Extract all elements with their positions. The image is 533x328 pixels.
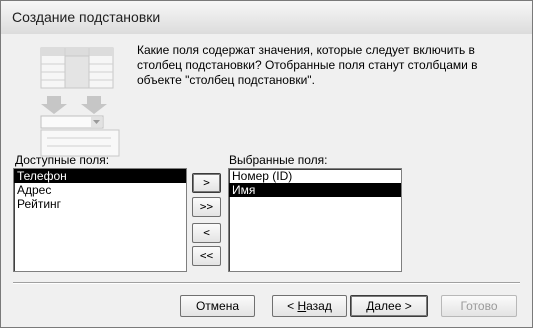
chosen-fields-list[interactable]: Номер (ID) Имя: [228, 168, 402, 272]
cancel-button-label: Отмена: [195, 299, 240, 313]
remove-all-button[interactable]: <<: [192, 246, 221, 266]
wizard-prompt: Какие поля содержат значения, которые сл…: [137, 43, 478, 87]
back-button-prefix: <: [287, 299, 298, 313]
next-button[interactable]: Далее >: [350, 295, 428, 317]
chosen-field-item[interactable]: Номер (ID): [229, 169, 401, 183]
next-button-label: алее >: [374, 299, 412, 313]
chosen-fields-label: Выбранные поля:: [229, 153, 328, 167]
back-button[interactable]: < Назад: [272, 295, 347, 317]
back-button-mnemonic: Н: [297, 299, 307, 313]
finish-button[interactable]: Готово: [441, 295, 517, 317]
add-one-button[interactable]: >: [192, 173, 221, 193]
available-field-item[interactable]: Рейтинг: [14, 197, 186, 211]
back-button-label: азад: [306, 299, 332, 313]
wizard-window: Создание подстановки Какие поля содержат…: [0, 0, 533, 328]
finish-button-label: Готово: [460, 299, 498, 313]
available-fields-label: Доступные поля:: [15, 153, 110, 167]
footer-separator: [13, 282, 520, 284]
chosen-field-item[interactable]: Имя: [229, 183, 401, 197]
add-all-button[interactable]: >>: [192, 197, 221, 217]
lookup-illustration-icon: [40, 47, 120, 157]
available-field-item[interactable]: Телефон: [14, 169, 186, 183]
available-field-item[interactable]: Адрес: [14, 183, 186, 197]
wizard-content: Какие поля содержат значения, которые сл…: [7, 34, 526, 321]
available-fields-list[interactable]: Телефон Адрес Рейтинг: [13, 168, 187, 272]
remove-one-button[interactable]: <: [192, 223, 221, 243]
window-title: Создание подстановки: [12, 9, 161, 25]
title-bar[interactable]: Создание подстановки: [1, 1, 532, 34]
cancel-button[interactable]: Отмена: [180, 295, 255, 317]
